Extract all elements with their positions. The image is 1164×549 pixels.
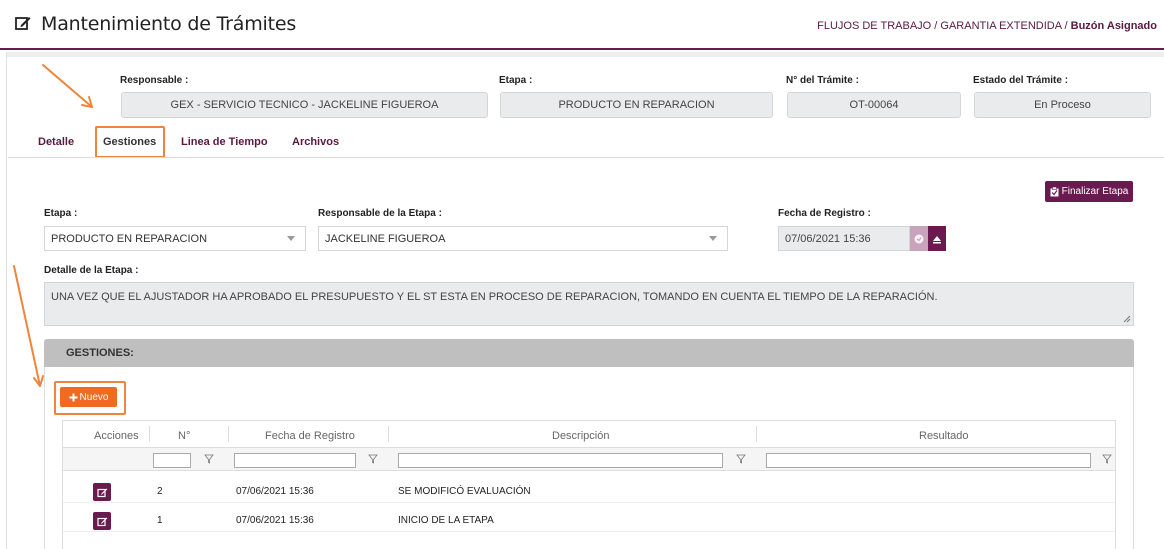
column-separator [149, 426, 150, 442]
finalizar-etapa-label: Finalizar Etapa [1061, 186, 1129, 197]
nuevo-button[interactable]: Nuevo [60, 387, 117, 407]
eraser-button[interactable] [928, 226, 946, 251]
responsable-etapa-value: JACKELINE FIGUEROA [325, 232, 446, 245]
edit-icon [15, 17, 31, 30]
column-header-acciones: Acciones [94, 430, 139, 442]
column-separator [228, 426, 229, 442]
column-separator [388, 426, 389, 442]
page-header: Mantenimiento de Trámites FLUJOS DE TRAB… [0, 0, 1164, 50]
arrow-to-nuevo-button [13, 265, 41, 387]
edit-row-button[interactable] [93, 483, 111, 501]
filter-icon[interactable] [204, 454, 214, 464]
calendar-check-icon [914, 234, 924, 243]
arrow-to-gestiones-tab [42, 64, 93, 108]
arrow-head [33, 375, 44, 387]
tab-linea-de-tiempo[interactable]: Linea de Tiempo [181, 136, 268, 148]
header-shadow [7, 52, 1164, 57]
chevron-down-icon [709, 236, 717, 241]
column-header-fecha[interactable]: Fecha de Registro [265, 430, 355, 442]
etapa-select-label: Etapa : [44, 208, 78, 219]
tab-detalle[interactable]: Detalle [38, 136, 74, 148]
table-row: 2 07/06/2021 15:36 SE MODIFICÓ EVALUACIÓ… [63, 481, 1115, 503]
breadcrumb-separator: / [934, 20, 938, 32]
filter-fecha-input[interactable] [234, 453, 356, 468]
edit-row-icon [96, 488, 107, 497]
chevron-down-icon [287, 236, 295, 241]
etapa-select[interactable]: PRODUCTO EN REPARACION [44, 226, 306, 251]
calendar-check-button[interactable] [910, 226, 928, 251]
fecha-registro-input[interactable]: 07/06/2021 15:36 [778, 226, 910, 251]
detalle-etapa-value: UNA VEZ QUE EL AJUSTADOR HA APROBADO EL … [51, 291, 938, 303]
responsable-etapa-label: Responsable de la Etapa : [318, 208, 442, 219]
filter-numero-input[interactable] [153, 453, 191, 468]
cell-numero: 2 [157, 486, 163, 497]
filter-icon[interactable] [368, 454, 378, 464]
cell-fecha: 07/06/2021 15:36 [236, 515, 314, 526]
finalizar-etapa-button[interactable]: Finalizar Etapa [1045, 181, 1133, 202]
etapa-field: PRODUCTO EN REPARACION [500, 92, 773, 118]
detalle-etapa-label: Detalle de la Etapa : [44, 265, 139, 276]
column-header-numero[interactable]: N° [178, 430, 190, 442]
estado-field: En Proceso [974, 92, 1151, 118]
detalle-etapa-textarea[interactable]: UNA VEZ QUE EL AJUSTADOR HA APROBADO EL … [44, 282, 1134, 326]
arrow-head [81, 96, 93, 108]
breadcrumb-item-flujos[interactable]: FLUJOS DE TRABAJO [817, 20, 931, 32]
clipboard-icon [1050, 186, 1059, 196]
estado-label: Estado del Trámite : [973, 75, 1069, 86]
responsable-etapa-select[interactable]: JACKELINE FIGUEROA [318, 226, 728, 251]
column-header-descripcion[interactable]: Descripción [552, 430, 609, 442]
page-title: Mantenimiento de Trámites [41, 13, 297, 35]
breadcrumb-item-garantia[interactable]: GARANTIA EXTENDIDA [940, 20, 1061, 32]
breadcrumb-item-buzon: Buzón Asignado [1070, 20, 1157, 32]
table-row: 1 07/06/2021 15:36 INICIO DE LA ETAPA [63, 510, 1115, 532]
cell-descripcion: INICIO DE LA ETAPA [398, 515, 494, 526]
gestiones-grid: Acciones N° Fecha de Registro Descripció… [62, 420, 1116, 549]
eraser-icon [933, 235, 941, 243]
edit-row-icon [96, 517, 107, 526]
filter-icon[interactable] [736, 454, 746, 464]
resize-grip-icon[interactable] [1123, 315, 1131, 323]
fecha-registro-label: Fecha de Registro : [778, 208, 871, 219]
breadcrumb: FLUJOS DE TRABAJO / GARANTIA EXTENDIDA /… [817, 20, 1157, 32]
plus-icon [69, 393, 78, 401]
gestiones-title: GESTIONES: [66, 347, 134, 359]
numero-field: OT-00064 [787, 92, 961, 118]
cell-numero: 1 [157, 515, 163, 526]
etapa-select-value: PRODUCTO EN REPARACION [51, 232, 208, 245]
etapa-label: Etapa : [499, 75, 533, 86]
tabs-divider [8, 157, 1164, 158]
breadcrumb-separator: / [1064, 20, 1068, 32]
content-border [6, 52, 7, 549]
numero-label: N° del Trámite : [786, 75, 859, 86]
tab-gestiones[interactable]: Gestiones [103, 136, 156, 148]
nuevo-label: Nuevo [79, 391, 109, 403]
gestiones-panel-header: GESTIONES: [44, 339, 1134, 367]
tab-archivos[interactable]: Archivos [292, 136, 339, 148]
edit-row-button[interactable] [93, 512, 111, 530]
cell-fecha: 07/06/2021 15:36 [236, 486, 314, 497]
filter-descripcion-input[interactable] [398, 453, 723, 468]
filter-icon[interactable] [1102, 454, 1112, 464]
filter-row [63, 447, 1115, 471]
responsable-field: GEX - SERVICIO TECNICO - JACKELINE FIGUE… [121, 92, 488, 118]
column-separator [756, 426, 757, 442]
filter-resultado-input[interactable] [766, 453, 1091, 468]
responsable-label: Responsable : [120, 75, 189, 86]
column-header-resultado[interactable]: Resultado [919, 430, 969, 442]
cell-descripcion: SE MODIFICÓ EVALUACIÓN [398, 486, 531, 497]
